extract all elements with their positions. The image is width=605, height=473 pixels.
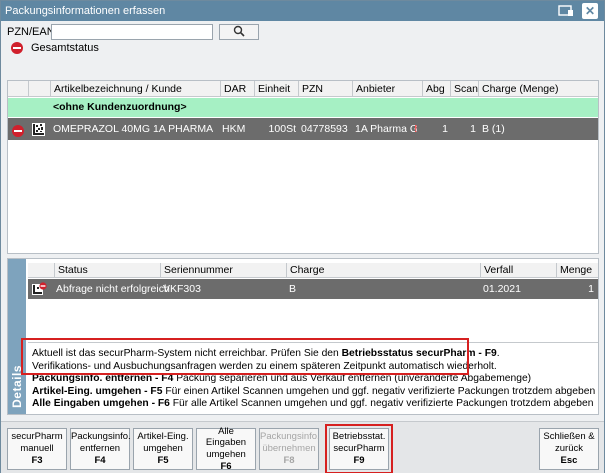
- details-header-verfall[interactable]: Verfall: [480, 263, 556, 278]
- row-scan: 1: [470, 123, 476, 135]
- details-header-icon: [28, 263, 54, 278]
- window-title: Packungsinformationen erfassen: [5, 5, 166, 17]
- function-key-bar: securPharm manuell F3 Packungsinfo. entfern…: [1, 421, 604, 473]
- securpharm-manual-button[interactable]: securPharm manuell F3: [7, 428, 67, 470]
- details-verfall: 01.2021: [483, 283, 521, 295]
- message-line: Packungsinfo. entfernen - F4 Packung sep…: [32, 373, 532, 385]
- header-pzn[interactable]: PZN: [298, 81, 352, 97]
- header-article[interactable]: Artikelbezeichnung / Kunde: [50, 81, 220, 97]
- search-button[interactable]: [219, 24, 259, 40]
- truncation-marker: !: [414, 123, 418, 135]
- header-abg[interactable]: Abg: [422, 81, 450, 97]
- search-icon: [233, 25, 245, 40]
- details-charge: B: [289, 283, 297, 295]
- row-anbieter: 1A Pharma Gm: [355, 123, 417, 135]
- pzn-input[interactable]: [51, 24, 213, 40]
- article-grid: Artikelbezeichnung / Kunde DAR Einheit P…: [7, 80, 599, 254]
- table-row[interactable]: OMEPRAZOL 40MG 1A PHARMA HKM 100St 04778…: [8, 118, 598, 140]
- header-icon-col: [28, 81, 50, 97]
- operating-status-button[interactable]: Betriebsstat. securPharm F9: [325, 424, 393, 473]
- message-line: Artikel-Eing. umgehen - F5 Für einen Art…: [32, 385, 596, 397]
- overall-status: Gesamtstatus: [11, 42, 99, 54]
- row-dar: HKM: [222, 123, 246, 135]
- row-pzn: 04778593: [301, 123, 348, 135]
- details-menge: 1: [588, 283, 594, 295]
- header-einheit[interactable]: Einheit: [254, 81, 298, 97]
- group-label: <ohne Kundenzuordnung>: [53, 101, 187, 113]
- close-return-button[interactable]: Schließen & zurück Esc: [539, 428, 599, 470]
- message-line: Alle Eingaben umgehen - F6 Für alle Arti…: [32, 398, 594, 410]
- scan-error-icon: [32, 282, 47, 303]
- header-anbieter[interactable]: Anbieter: [352, 81, 422, 97]
- header-charge[interactable]: Charge (Menge): [478, 81, 598, 97]
- details-header-menge[interactable]: Menge: [556, 263, 598, 278]
- pzn-label: PZN/EAN: [7, 26, 55, 38]
- details-row[interactable]: Abfrage nicht erfolgreich VKF303 B 01.20…: [28, 279, 598, 299]
- header-dar[interactable]: DAR: [220, 81, 254, 97]
- error-status-icon: [11, 42, 23, 54]
- apply-package-info-button[interactable]: Packungsinfo. übernehmen F8: [259, 428, 320, 470]
- bypass-all-entries-button[interactable]: Alle Eingaben umgehen F6: [196, 426, 256, 472]
- datamatrix-icon: [32, 122, 45, 144]
- group-row[interactable]: <ohne Kundenzuordnung>: [8, 98, 598, 117]
- details-header-status[interactable]: Status: [54, 263, 160, 278]
- details-panel: Details Status Seriennummer Charge Verfa…: [7, 258, 599, 415]
- remove-package-info-button[interactable]: Packungsinfo. entfernen F4: [70, 428, 131, 470]
- dialog-window: Packungsinformationen erfassen ✕ PZN/EAN…: [0, 0, 605, 473]
- details-tab[interactable]: Details: [8, 259, 26, 414]
- row-einheit: 100St: [268, 123, 296, 135]
- overall-status-label: Gesamtstatus: [31, 42, 99, 54]
- help-icon[interactable]: [558, 3, 574, 19]
- details-header-charge[interactable]: Charge: [286, 263, 480, 278]
- details-grid-header: Status Seriennummer Charge Verfall Menge: [28, 263, 598, 278]
- row-charge: B (1): [482, 123, 505, 135]
- row-abg: 1: [442, 123, 448, 135]
- message-highlight-box: [21, 338, 469, 375]
- details-status: Abfrage nicht erfolgreich: [56, 283, 170, 295]
- close-icon[interactable]: ✕: [582, 3, 598, 19]
- row-article-name: OMEPRAZOL 40MG 1A PHARMA: [53, 123, 214, 135]
- title-bar: Packungsinformationen erfassen ✕: [1, 1, 604, 21]
- details-serial: VKF303: [163, 283, 201, 295]
- details-header-serial[interactable]: Seriennummer: [160, 263, 286, 278]
- error-icon: [12, 125, 24, 137]
- header-status-col: [8, 81, 28, 97]
- bypass-article-entry-button[interactable]: Artikel-Eing. umgehen F5: [133, 428, 193, 470]
- header-scan[interactable]: Scan: [450, 81, 478, 97]
- article-grid-header: Artikelbezeichnung / Kunde DAR Einheit P…: [8, 81, 598, 97]
